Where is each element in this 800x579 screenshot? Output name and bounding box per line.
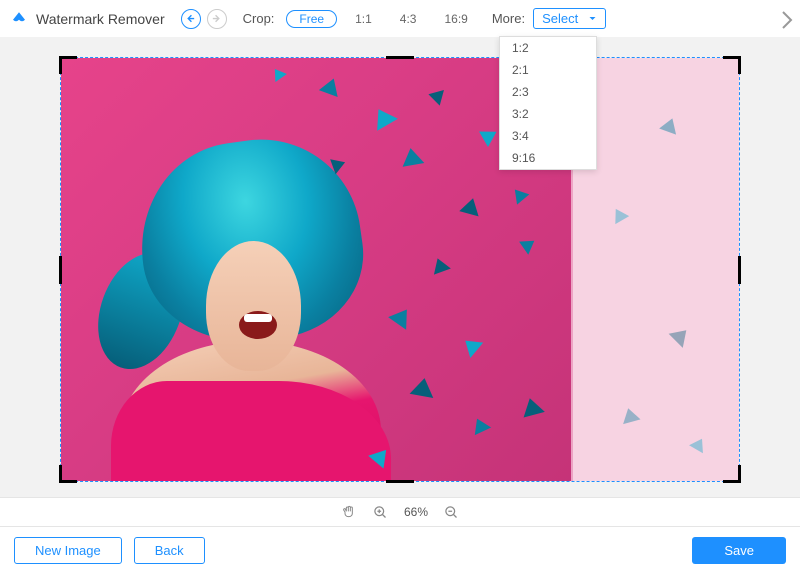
crop-handle-mt[interactable] (386, 56, 414, 59)
select-label: Select (542, 11, 578, 26)
ratio-4-3[interactable]: 4:3 (390, 10, 427, 28)
zoom-out-icon[interactable] (444, 505, 459, 520)
ratio-16-9[interactable]: 16:9 (434, 10, 477, 28)
crop-label: Crop: (243, 11, 275, 26)
dropdown-item-1-2[interactable]: 1:2 (500, 37, 596, 59)
redo-icon (211, 13, 222, 24)
crop-handle-br[interactable] (723, 465, 741, 483)
crop-handle-mr[interactable] (738, 256, 741, 284)
crop-handle-ml[interactable] (59, 256, 62, 284)
new-image-button[interactable]: New Image (14, 537, 122, 564)
undo-icon (185, 13, 196, 24)
ratio-free[interactable]: Free (286, 10, 337, 28)
dropdown-item-2-1[interactable]: 2:1 (500, 59, 596, 81)
image-preview (61, 58, 573, 481)
next-arrow-icon[interactable] (780, 10, 794, 30)
crop-stage[interactable] (60, 57, 740, 482)
crop-handle-mb[interactable] (386, 480, 414, 483)
chevron-down-icon (588, 14, 597, 23)
dropdown-item-2-3[interactable]: 2:3 (500, 81, 596, 103)
redo-button (207, 9, 227, 29)
crop-handle-tl[interactable] (59, 56, 77, 74)
more-select[interactable]: Select (533, 8, 606, 29)
zoom-level: 66% (404, 505, 428, 519)
app-title: Watermark Remover (36, 11, 165, 27)
crop-handle-bl[interactable] (59, 465, 77, 483)
ratio-1-1[interactable]: 1:1 (345, 10, 382, 28)
crop-handle-tr[interactable] (723, 56, 741, 74)
dropdown-item-9-16[interactable]: 9:16 (500, 147, 596, 169)
save-button[interactable]: Save (692, 537, 786, 564)
toolbar: Watermark Remover Crop: Free 1:1 4:3 16:… (0, 0, 800, 37)
dropdown-item-3-4[interactable]: 3:4 (500, 125, 596, 147)
more-label: More: (492, 11, 525, 26)
zoom-in-icon[interactable] (373, 505, 388, 520)
back-button[interactable]: Back (134, 537, 205, 564)
undo-button[interactable] (181, 9, 201, 29)
app-logo-icon (10, 10, 28, 28)
bottom-bar: New Image Back Save (0, 527, 800, 574)
zoom-bar: 66% (0, 497, 800, 527)
ratio-dropdown: 1:2 2:1 2:3 3:2 3:4 9:16 (499, 36, 597, 170)
dropdown-item-3-2[interactable]: 3:2 (500, 103, 596, 125)
hand-pan-icon[interactable] (341, 504, 357, 520)
canvas-area (0, 37, 800, 497)
